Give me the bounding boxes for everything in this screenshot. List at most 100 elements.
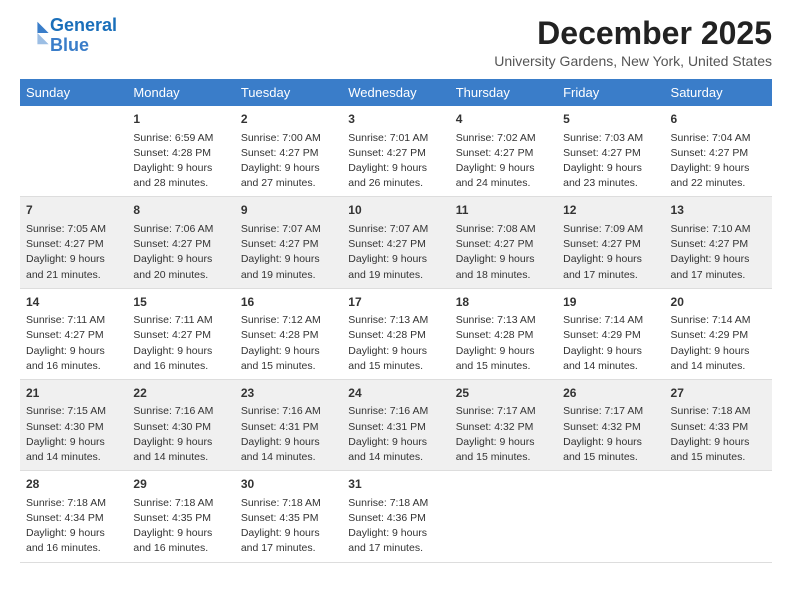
day-number: 1 bbox=[133, 111, 228, 128]
day-cell: 13 Sunrise: 7:10 AMSunset: 4:27 PMDayligh… bbox=[665, 197, 772, 288]
header-tuesday: Tuesday bbox=[235, 79, 342, 106]
day-cell: 15Sunrise: 7:11 AMSunset: 4:27 PMDayligh… bbox=[127, 288, 234, 379]
day-number: 7 bbox=[26, 202, 121, 219]
day-cell: 31 Sunrise: 7:18 AMSunset: 4:36 PMDayligh… bbox=[342, 471, 449, 562]
day-cell bbox=[450, 471, 557, 562]
header-friday: Friday bbox=[557, 79, 664, 106]
day-info: Sunrise: 7:11 AMSunset: 4:27 PMDaylight:… bbox=[26, 313, 121, 374]
day-cell: 18 Sunrise: 7:13 AMSunset: 4:28 PMDayligh… bbox=[450, 288, 557, 379]
week-row-4: 21 Sunrise: 7:15 AMSunset: 4:30 PMDayligh… bbox=[20, 379, 772, 470]
day-info: Sunrise: 7:18 AMSunset: 4:36 PMDaylight:… bbox=[348, 496, 443, 557]
logo: General Blue bbox=[20, 16, 117, 56]
day-number: 29 bbox=[133, 476, 228, 493]
day-cell: 27 Sunrise: 7:18 AMSunset: 4:33 PMDayligh… bbox=[665, 379, 772, 470]
day-info: Sunrise: 7:16 AMSunset: 4:30 PMDaylight:… bbox=[133, 404, 228, 465]
day-number: 28 bbox=[26, 476, 121, 493]
day-number: 11 bbox=[456, 202, 551, 219]
logo-general: General bbox=[50, 15, 117, 35]
day-cell: 22 Sunrise: 7:16 AMSunset: 4:30 PMDayligh… bbox=[127, 379, 234, 470]
day-cell: 24 Sunrise: 7:16 AMSunset: 4:31 PMDayligh… bbox=[342, 379, 449, 470]
day-number: 8 bbox=[133, 202, 228, 219]
day-cell: 20 Sunrise: 7:14 AMSunset: 4:29 PMDayligh… bbox=[665, 288, 772, 379]
header-sunday: Sunday bbox=[20, 79, 127, 106]
day-info: Sunrise: 7:06 AMSunset: 4:27 PMDaylight:… bbox=[133, 222, 228, 283]
day-number: 22 bbox=[133, 385, 228, 402]
day-info: Sunrise: 7:14 AMSunset: 4:29 PMDaylight:… bbox=[563, 313, 658, 374]
day-number: 26 bbox=[563, 385, 658, 402]
day-number: 5 bbox=[563, 111, 658, 128]
header-saturday: Saturday bbox=[665, 79, 772, 106]
day-info: Sunrise: 7:17 AMSunset: 4:32 PMDaylight:… bbox=[563, 404, 658, 465]
week-row-2: 7 Sunrise: 7:05 AMSunset: 4:27 PMDaylight… bbox=[20, 197, 772, 288]
day-number: 15 bbox=[133, 294, 228, 311]
day-cell: 19 Sunrise: 7:14 AMSunset: 4:29 PMDayligh… bbox=[557, 288, 664, 379]
header-row: SundayMondayTuesdayWednesdayThursdayFrid… bbox=[20, 79, 772, 106]
day-number: 10 bbox=[348, 202, 443, 219]
day-cell: 25Sunrise: 7:17 AMSunset: 4:32 PMDayligh… bbox=[450, 379, 557, 470]
day-number: 9 bbox=[241, 202, 336, 219]
day-info: Sunrise: 7:15 AMSunset: 4:30 PMDaylight:… bbox=[26, 404, 121, 465]
day-number: 20 bbox=[671, 294, 766, 311]
day-number: 18 bbox=[456, 294, 551, 311]
day-cell: 10 Sunrise: 7:07 AMSunset: 4:27 PMDayligh… bbox=[342, 197, 449, 288]
day-cell bbox=[557, 471, 664, 562]
day-info: Sunrise: 7:05 AMSunset: 4:27 PMDaylight:… bbox=[26, 222, 121, 283]
day-info: Sunrise: 6:59 AMSunset: 4:28 PMDaylight:… bbox=[133, 131, 228, 192]
day-number: 16 bbox=[241, 294, 336, 311]
header: General Blue December 2025 University Ga… bbox=[20, 16, 772, 69]
header-monday: Monday bbox=[127, 79, 234, 106]
day-number: 31 bbox=[348, 476, 443, 493]
day-info: Sunrise: 7:13 AMSunset: 4:28 PMDaylight:… bbox=[348, 313, 443, 374]
day-info: Sunrise: 7:18 AMSunset: 4:35 PMDaylight:… bbox=[241, 496, 336, 557]
day-number: 14 bbox=[26, 294, 121, 311]
day-cell: 2 Sunrise: 7:00 AMSunset: 4:27 PMDaylight… bbox=[235, 106, 342, 197]
day-cell bbox=[665, 471, 772, 562]
day-number: 21 bbox=[26, 385, 121, 402]
day-number: 30 bbox=[241, 476, 336, 493]
day-cell: 30 Sunrise: 7:18 AMSunset: 4:35 PMDayligh… bbox=[235, 471, 342, 562]
day-info: Sunrise: 7:00 AMSunset: 4:27 PMDaylight:… bbox=[241, 131, 336, 192]
day-cell: 6Sunrise: 7:04 AMSunset: 4:27 PMDaylight… bbox=[665, 106, 772, 197]
day-cell: 23Sunrise: 7:16 AMSunset: 4:31 PMDayligh… bbox=[235, 379, 342, 470]
logo-blue: Blue bbox=[50, 35, 89, 55]
day-info: Sunrise: 7:14 AMSunset: 4:29 PMDaylight:… bbox=[671, 313, 766, 374]
day-number: 13 bbox=[671, 202, 766, 219]
day-info: Sunrise: 7:13 AMSunset: 4:28 PMDaylight:… bbox=[456, 313, 551, 374]
day-info: Sunrise: 7:02 AMSunset: 4:27 PMDaylight:… bbox=[456, 131, 551, 192]
day-cell bbox=[20, 106, 127, 197]
day-info: Sunrise: 7:18 AMSunset: 4:35 PMDaylight:… bbox=[133, 496, 228, 557]
day-info: Sunrise: 7:08 AMSunset: 4:27 PMDaylight:… bbox=[456, 222, 551, 283]
day-number: 27 bbox=[671, 385, 766, 402]
day-cell: 16 Sunrise: 7:12 AMSunset: 4:28 PMDayligh… bbox=[235, 288, 342, 379]
day-number: 12 bbox=[563, 202, 658, 219]
day-info: Sunrise: 7:10 AMSunset: 4:27 PMDaylight:… bbox=[671, 222, 766, 283]
day-info: Sunrise: 7:07 AMSunset: 4:27 PMDaylight:… bbox=[241, 222, 336, 283]
day-number: 2 bbox=[241, 111, 336, 128]
day-info: Sunrise: 7:18 AMSunset: 4:34 PMDaylight:… bbox=[26, 496, 121, 557]
day-cell: 28 Sunrise: 7:18 AMSunset: 4:34 PMDayligh… bbox=[20, 471, 127, 562]
header-thursday: Thursday bbox=[450, 79, 557, 106]
day-number: 19 bbox=[563, 294, 658, 311]
day-number: 17 bbox=[348, 294, 443, 311]
day-info: Sunrise: 7:18 AMSunset: 4:33 PMDaylight:… bbox=[671, 404, 766, 465]
day-cell: 5 Sunrise: 7:03 AMSunset: 4:27 PMDaylight… bbox=[557, 106, 664, 197]
day-cell: 14 Sunrise: 7:11 AMSunset: 4:27 PMDayligh… bbox=[20, 288, 127, 379]
week-row-5: 28 Sunrise: 7:18 AMSunset: 4:34 PMDayligh… bbox=[20, 471, 772, 562]
day-number: 3 bbox=[348, 111, 443, 128]
day-info: Sunrise: 7:16 AMSunset: 4:31 PMDaylight:… bbox=[348, 404, 443, 465]
day-number: 6 bbox=[671, 111, 766, 128]
day-number: 4 bbox=[456, 111, 551, 128]
day-cell: 8 Sunrise: 7:06 AMSunset: 4:27 PMDaylight… bbox=[127, 197, 234, 288]
day-cell: 4 Sunrise: 7:02 AMSunset: 4:27 PMDaylight… bbox=[450, 106, 557, 197]
day-info: Sunrise: 7:01 AMSunset: 4:27 PMDaylight:… bbox=[348, 131, 443, 192]
logo-icon bbox=[22, 19, 50, 47]
day-cell: 26 Sunrise: 7:17 AMSunset: 4:32 PMDayligh… bbox=[557, 379, 664, 470]
day-cell: 3 Sunrise: 7:01 AMSunset: 4:27 PMDaylight… bbox=[342, 106, 449, 197]
day-info: Sunrise: 7:07 AMSunset: 4:27 PMDaylight:… bbox=[348, 222, 443, 283]
day-info: Sunrise: 7:12 AMSunset: 4:28 PMDaylight:… bbox=[241, 313, 336, 374]
day-number: 24 bbox=[348, 385, 443, 402]
week-row-3: 14 Sunrise: 7:11 AMSunset: 4:27 PMDayligh… bbox=[20, 288, 772, 379]
day-cell: 17 Sunrise: 7:13 AMSunset: 4:28 PMDayligh… bbox=[342, 288, 449, 379]
day-info: Sunrise: 7:03 AMSunset: 4:27 PMDaylight:… bbox=[563, 131, 658, 192]
day-cell: 21 Sunrise: 7:15 AMSunset: 4:30 PMDayligh… bbox=[20, 379, 127, 470]
